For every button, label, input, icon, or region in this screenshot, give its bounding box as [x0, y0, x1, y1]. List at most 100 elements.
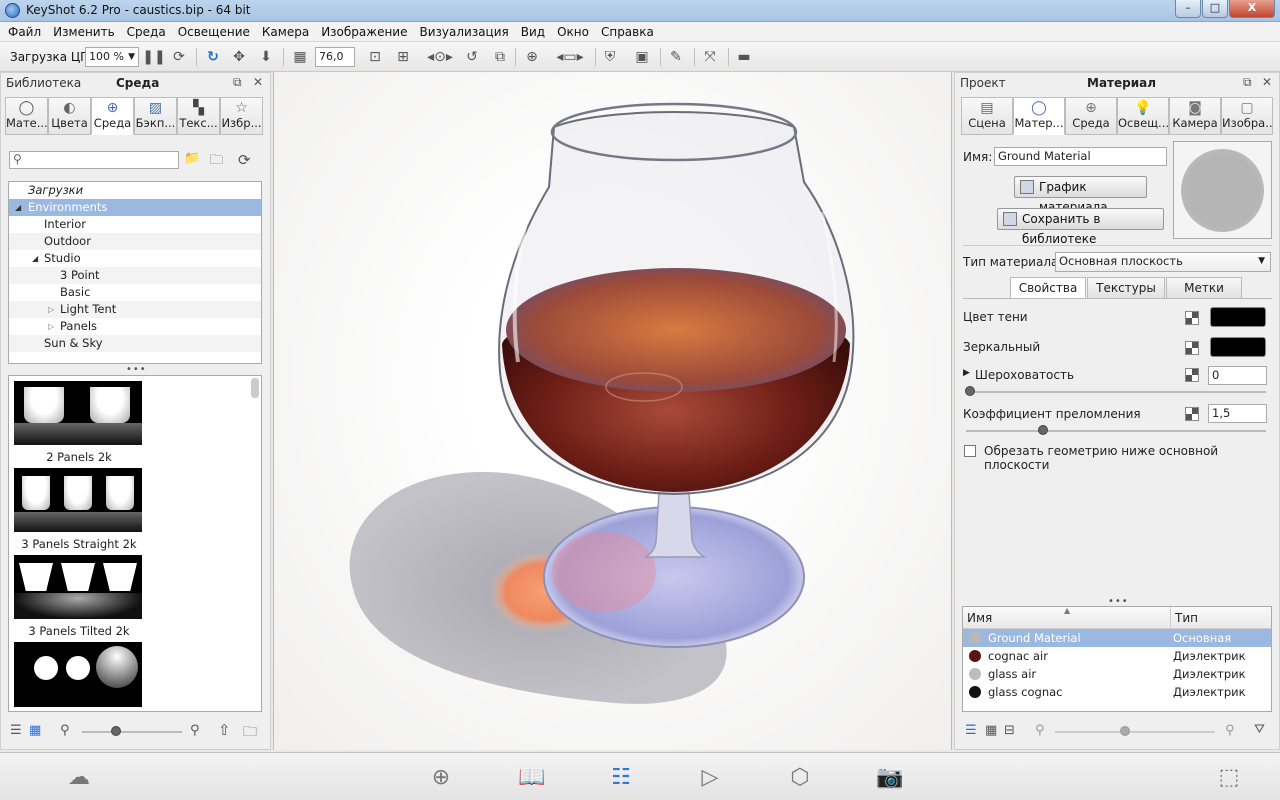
- tab-properties[interactable]: Свойства: [1010, 277, 1086, 299]
- menu-lighting[interactable]: Освещение: [178, 25, 250, 39]
- folder-manage-icon[interactable]: 🗀: [210, 151, 223, 173]
- tree-view-icon[interactable]: ⊟: [1004, 723, 1015, 738]
- paint-icon[interactable]: ✎: [666, 47, 686, 67]
- tab-textures[interactable]: ▚ Текс...: [177, 97, 220, 135]
- column-name[interactable]: Имя: [967, 611, 992, 625]
- table-row[interactable]: Ground Material Основная плоско: [963, 629, 1271, 663]
- tree-item-studio[interactable]: ◢ Studio: [9, 250, 261, 267]
- column-type[interactable]: Тип: [1175, 611, 1198, 625]
- tab-labels[interactable]: Метки: [1166, 277, 1242, 299]
- thumbnails-scrollbar[interactable]: [251, 378, 259, 398]
- perspective-icon[interactable]: ▦: [290, 47, 310, 67]
- table-row[interactable]: glass cognac Диэлектрик: [963, 683, 1271, 701]
- menu-view[interactable]: Вид: [521, 25, 545, 39]
- zoom-out-icon[interactable]: ⚲: [1035, 723, 1045, 738]
- tree-item-downloads[interactable]: Загрузки: [9, 182, 261, 199]
- screenshot-icon[interactable]: ⊡: [365, 47, 385, 67]
- tab-environment[interactable]: ⊕ Среда: [1065, 97, 1117, 135]
- tab-materials[interactable]: ◯ Мате...: [5, 97, 48, 135]
- expand-arrow-icon[interactable]: ◢: [32, 250, 38, 267]
- menu-window[interactable]: Окно: [557, 25, 589, 39]
- cpu-usage-select[interactable]: 100 % ▼: [85, 47, 139, 67]
- cloud-upload-icon[interactable]: ⇧: [218, 721, 231, 739]
- tab-colors[interactable]: ◐ Цвета: [48, 97, 91, 135]
- presentation-icon[interactable]: ▣: [632, 47, 652, 67]
- ior-slider[interactable]: [966, 430, 1266, 432]
- collapse-arrow-icon[interactable]: ▷: [48, 301, 54, 318]
- performance-mode-icon[interactable]: ⟳: [170, 47, 188, 67]
- undock-icon[interactable]: ⧉: [233, 75, 242, 90]
- close-panel-icon[interactable]: ✕: [253, 75, 263, 89]
- tools-icon[interactable]: ⤧: [700, 47, 720, 67]
- tree-item-outdoor[interactable]: Outdoor: [9, 233, 261, 250]
- clip-geometry-checkbox[interactable]: [964, 445, 976, 457]
- tab-favorites[interactable]: ☆ Избр...: [220, 97, 263, 135]
- menu-file[interactable]: Файл: [8, 25, 41, 39]
- add-camera-icon[interactable]: ⊕: [522, 47, 542, 67]
- tree-item-sun-sky[interactable]: Sun & Sky: [9, 335, 261, 352]
- region-icon[interactable]: ⬚: [1212, 761, 1246, 793]
- table-row[interactable]: cognac air Диэлектрик: [963, 647, 1271, 665]
- tab-material[interactable]: ◯ Матер...: [1013, 97, 1065, 135]
- texture-map-icon[interactable]: [1185, 368, 1199, 382]
- specular-color-swatch[interactable]: [1210, 337, 1266, 357]
- ior-input[interactable]: 1,5: [1208, 404, 1267, 423]
- collapse-arrow-icon[interactable]: ▷: [48, 318, 54, 335]
- drop-to-ground-icon[interactable]: ⬇: [257, 47, 275, 67]
- close-panel-icon[interactable]: ✕: [1262, 75, 1272, 89]
- tab-lighting[interactable]: 💡 Освещ...: [1117, 97, 1169, 135]
- render-region-icon[interactable]: ⊞: [393, 47, 413, 67]
- thumbnail-spheres[interactable]: [14, 642, 142, 707]
- slider-knob[interactable]: [965, 386, 975, 396]
- material-type-select[interactable]: Основная плоскость ▼: [1055, 252, 1271, 272]
- shield-icon[interactable]: ⛨: [600, 47, 620, 67]
- refresh-icon[interactable]: ⟳: [238, 151, 251, 169]
- list-view-icon[interactable]: ☰: [965, 723, 977, 738]
- menu-image[interactable]: Изображение: [321, 25, 407, 39]
- menu-camera[interactable]: Камера: [262, 25, 309, 39]
- material-name-input[interactable]: Ground Material: [994, 147, 1167, 166]
- project-icon[interactable]: ☷: [604, 761, 638, 793]
- splitter-handle[interactable]: •••: [126, 364, 147, 375]
- preview-size-slider[interactable]: [1055, 731, 1215, 733]
- menu-edit[interactable]: Изменить: [53, 25, 115, 39]
- thumbnail-2-panels[interactable]: [14, 381, 142, 445]
- table-row[interactable]: glass air Диэлектрик: [963, 665, 1271, 683]
- library-search-input[interactable]: ⚲: [9, 151, 179, 169]
- roughness-input[interactable]: 0: [1208, 366, 1267, 385]
- tree-item-environments[interactable]: ◢ Environments: [9, 199, 261, 216]
- filter-icon[interactable]: ⛛: [1254, 722, 1265, 737]
- expand-triangle-icon[interactable]: ▶: [963, 368, 970, 378]
- tab-scene[interactable]: ▤ Сцена: [961, 97, 1013, 135]
- undock-icon[interactable]: ⧉: [1243, 75, 1252, 90]
- tab-environments[interactable]: ⊕ Среда: [91, 97, 134, 135]
- tab-backplates[interactable]: ▨ Бэкп...: [134, 97, 177, 135]
- grid-view-icon[interactable]: ▦: [29, 723, 41, 738]
- slider-knob[interactable]: [111, 726, 121, 736]
- list-view-icon[interactable]: ☰: [10, 723, 22, 738]
- add-folder-icon[interactable]: 📁: [184, 151, 200, 166]
- close-button[interactable]: X: [1229, 0, 1275, 18]
- tab-image[interactable]: ▢ Изобра...: [1221, 97, 1273, 135]
- cloud-icon[interactable]: ☁: [62, 761, 96, 793]
- keyshotvr-icon[interactable]: ⬡: [783, 761, 817, 793]
- slider-knob[interactable]: [1038, 425, 1048, 435]
- tree-item-interior[interactable]: Interior: [9, 216, 261, 233]
- zoom-in-icon[interactable]: ⚲: [1225, 723, 1235, 738]
- menu-environment[interactable]: Среда: [127, 25, 166, 39]
- fit-view-icon[interactable]: ✥: [230, 47, 248, 67]
- reset-icon[interactable]: ↻: [204, 47, 222, 67]
- tab-textures[interactable]: Текстуры: [1087, 277, 1165, 299]
- import-icon[interactable]: ⊕: [424, 761, 458, 793]
- shadow-color-swatch[interactable]: [1210, 307, 1266, 327]
- animation-icon[interactable]: ▷: [693, 761, 727, 793]
- console-icon[interactable]: ▬: [734, 47, 754, 67]
- texture-map-icon[interactable]: [1185, 341, 1199, 355]
- grid-view-icon[interactable]: ▦: [985, 723, 997, 738]
- expand-arrow-icon[interactable]: ◢: [15, 199, 21, 216]
- tree-item-light-tent[interactable]: ▷ Light Tent: [9, 301, 261, 318]
- camera-list-icon[interactable]: ◂▭▸: [550, 47, 590, 67]
- geometry-icon[interactable]: ⧉: [490, 47, 510, 67]
- folder-import-icon[interactable]: 🗀: [243, 721, 257, 745]
- thumbnail-3-panels-straight[interactable]: [14, 468, 142, 532]
